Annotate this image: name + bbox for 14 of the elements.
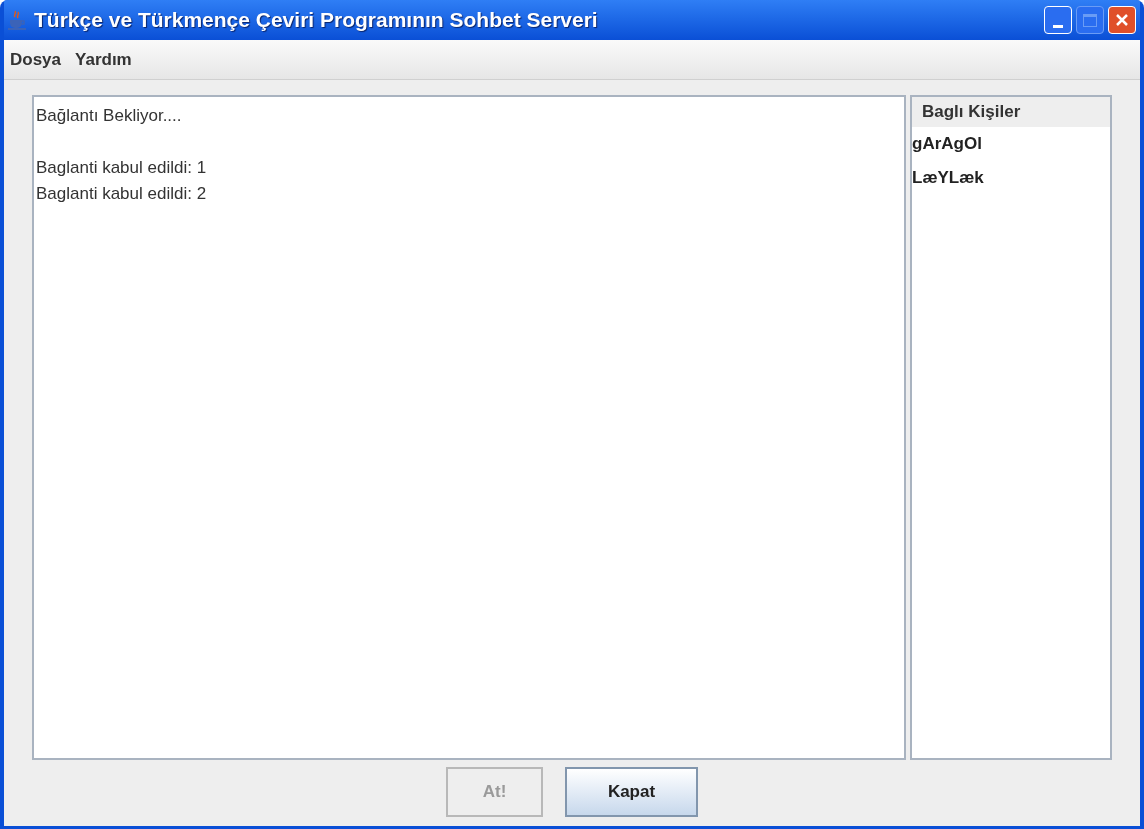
user-item[interactable]: LæYLæk [912, 161, 1110, 195]
log-line: Baglanti kabul edildi: 2 [36, 183, 208, 205]
user-item[interactable]: gArAgOl [912, 127, 1110, 161]
minimize-button[interactable] [1044, 6, 1072, 34]
coffee-cup-icon [8, 10, 26, 30]
close-button[interactable] [1108, 6, 1136, 34]
close-app-button[interactable]: Kapat [565, 767, 698, 817]
menu-item[interactable]: Yardım [75, 46, 132, 73]
log-line: Baglanti kabul edildi: 1 [36, 157, 208, 179]
close-icon [1115, 13, 1129, 27]
log-line: Bağlantı Bekliyor.... [36, 105, 183, 127]
list-header: Baglı Kişiler [912, 97, 1110, 127]
window-title: Türkçe ve Türkmençe Çeviri Programının Sohbet Serveri [34, 7, 598, 34]
menu-item[interactable]: Dosya [10, 46, 62, 73]
